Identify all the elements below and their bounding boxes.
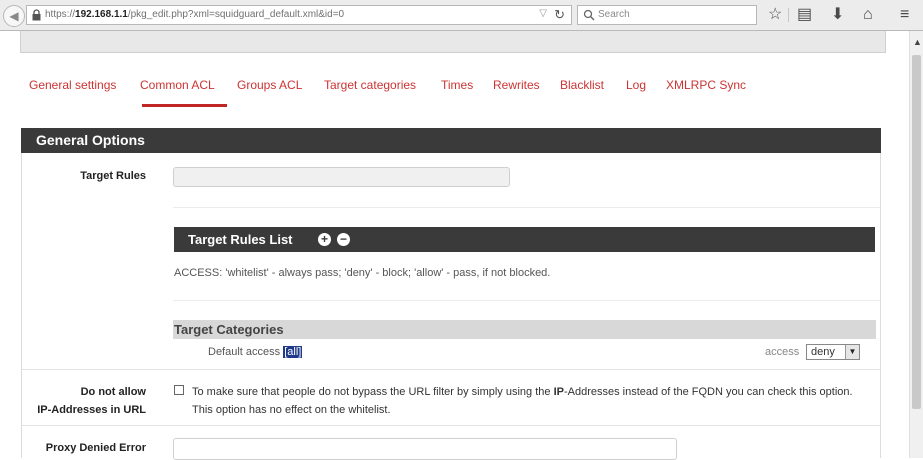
top-info-panel xyxy=(20,31,886,53)
search-input[interactable]: Search xyxy=(577,5,757,25)
access-select-value: deny xyxy=(811,346,835,358)
browser-toolbar: ◀ https://192.168.1.1/pkg_edit.php?xml=s… xyxy=(0,0,923,31)
chevron-down-icon[interactable]: ▼ xyxy=(845,345,859,359)
tab-xmlrpc-sync[interactable]: XMLRPC Sync xyxy=(666,78,746,92)
url-text: https://192.168.1.1/pkg_edit.php?xml=squ… xyxy=(45,9,345,20)
tab-target-categories[interactable]: Target categories xyxy=(324,78,416,92)
home-icon[interactable]: ⌂ xyxy=(863,6,873,24)
back-arrow-icon[interactable]: ◀ xyxy=(3,5,25,27)
default-access-value: [all] xyxy=(283,346,303,358)
page-scrollbar[interactable]: ▲ xyxy=(909,31,923,458)
address-bar[interactable]: https://192.168.1.1/pkg_edit.php?xml=squ… xyxy=(26,5,572,25)
row-divider xyxy=(22,425,880,426)
target-rules-label: Target Rules xyxy=(80,170,146,182)
target-categories-header: Target Categories xyxy=(173,320,876,339)
default-access-row: Default access [all] xyxy=(208,346,303,358)
default-access-label: Default access xyxy=(208,346,281,358)
tab-log[interactable]: Log xyxy=(626,78,646,92)
tab-times[interactable]: Times xyxy=(441,78,473,92)
bookmark-star-icon[interactable]: ☆ xyxy=(768,6,782,24)
target-rules-input[interactable] xyxy=(173,167,510,187)
ip-option-description: To make sure that people do not bypass t… xyxy=(192,386,853,416)
ip-option-label: Do not allow IP-Addresses in URL xyxy=(37,386,146,416)
access-note: ACCESS: 'whitelist' - always pass; 'deny… xyxy=(174,267,551,279)
active-tab-indicator xyxy=(142,104,227,107)
search-icon xyxy=(583,9,595,21)
toolbar-separator xyxy=(788,8,789,22)
tab-rewrites[interactable]: Rewrites xyxy=(493,78,540,92)
access-select[interactable]: deny ▼ xyxy=(806,344,860,360)
lock-icon xyxy=(32,9,41,21)
reading-list-icon[interactable]: ▤ xyxy=(797,6,812,24)
tab-general-settings[interactable]: General settings xyxy=(29,78,116,92)
section-title: General Options xyxy=(21,128,881,153)
download-icon[interactable]: ⬇ xyxy=(831,6,844,24)
tab-blacklist[interactable]: Blacklist xyxy=(560,78,604,92)
proxy-denied-input[interactable] xyxy=(173,438,677,460)
search-placeholder: Search xyxy=(598,9,630,20)
access-label: access xyxy=(765,346,800,358)
tab-groups-acl[interactable]: Groups ACL xyxy=(237,78,302,92)
target-rules-list-title: Target Rules List xyxy=(188,232,293,247)
scroll-thumb[interactable] xyxy=(912,55,921,409)
divider xyxy=(173,207,880,208)
target-rules-list-header: Target Rules List xyxy=(174,227,875,252)
menu-icon[interactable]: ≡ xyxy=(900,6,909,24)
url-dropdown-icon[interactable]: ▽ xyxy=(539,8,547,19)
proxy-denied-label: Proxy Denied Error xyxy=(45,442,146,454)
remove-icon[interactable]: − xyxy=(337,233,350,246)
scroll-up-icon[interactable]: ▲ xyxy=(913,37,922,47)
tab-common-acl[interactable]: Common ACL xyxy=(140,78,215,92)
ip-option-checkbox[interactable] xyxy=(174,385,184,395)
reload-icon[interactable]: ↻ xyxy=(554,7,565,23)
divider xyxy=(173,300,880,301)
row-divider xyxy=(22,369,880,370)
add-icon[interactable]: + xyxy=(318,233,331,246)
